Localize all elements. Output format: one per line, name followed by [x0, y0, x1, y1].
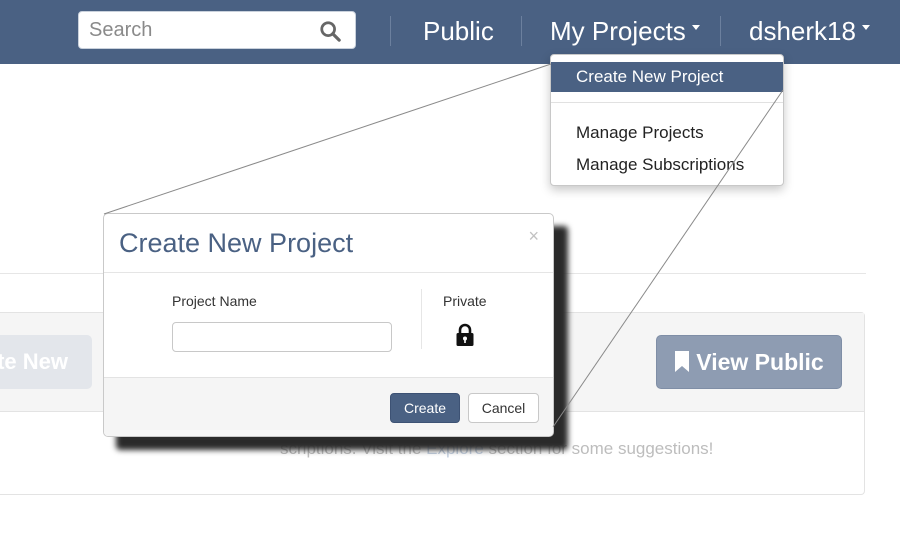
- search-input[interactable]: [79, 12, 309, 48]
- project-name-label: Project Name: [172, 293, 257, 309]
- dropdown-divider: [551, 102, 783, 103]
- caret-down-icon: [861, 24, 870, 30]
- create-new-button[interactable]: te New: [0, 335, 92, 389]
- nav-divider: [720, 16, 721, 46]
- create-project-modal: Create New Project × Project Name Privat…: [103, 213, 554, 437]
- view-public-button[interactable]: View Public: [656, 335, 842, 389]
- search-box: [78, 11, 356, 49]
- close-icon[interactable]: ×: [528, 226, 539, 247]
- nav-public-link[interactable]: Public: [423, 14, 494, 48]
- modal-header-divider: [104, 272, 553, 273]
- view-public-label: View Public: [696, 349, 824, 375]
- callout-line-left: [103, 63, 552, 215]
- my-projects-dropdown: Create New Project Manage Projects Manag…: [550, 54, 784, 186]
- private-label: Private: [443, 293, 487, 309]
- bookmark-icon: [675, 350, 690, 372]
- dropdown-item-manage-subscriptions[interactable]: Manage Subscriptions: [551, 150, 783, 180]
- create-button[interactable]: Create: [390, 393, 460, 423]
- caret-down-icon: [691, 24, 700, 30]
- lock-icon[interactable]: [455, 323, 475, 347]
- field-divider: [421, 289, 422, 349]
- nav-user-label: dsherk18: [749, 16, 856, 46]
- dropdown-item-manage-projects[interactable]: Manage Projects: [551, 118, 783, 148]
- nav-divider: [390, 16, 391, 46]
- modal-footer: Create Cancel: [104, 377, 553, 436]
- nav-my-projects-label: My Projects: [550, 16, 686, 46]
- project-name-input[interactable]: [172, 322, 392, 352]
- nav-my-projects-toggle[interactable]: My Projects: [550, 14, 700, 48]
- nav-divider: [521, 16, 522, 46]
- search-icon[interactable]: [319, 20, 341, 42]
- dropdown-item-create-new-project[interactable]: Create New Project: [551, 62, 783, 92]
- modal-title: Create New Project: [119, 228, 354, 258]
- nav-user-menu-toggle[interactable]: dsherk18: [749, 14, 870, 48]
- cancel-button[interactable]: Cancel: [468, 393, 539, 423]
